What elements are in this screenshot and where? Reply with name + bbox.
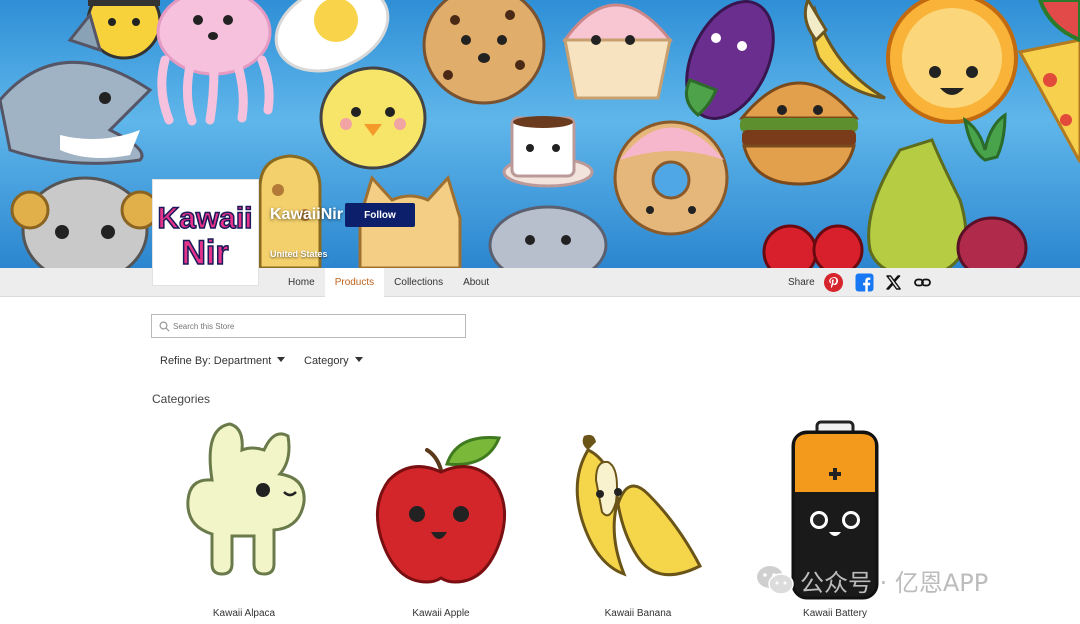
- category-filter-dropdown[interactable]: Category: [304, 355, 363, 367]
- alpaca-icon: [186, 422, 306, 576]
- cherry-character: [762, 224, 864, 268]
- categories-heading: Categories: [152, 392, 211, 406]
- category-label: Kawaii Apple: [412, 608, 470, 619]
- cupcake-character: [562, 3, 674, 100]
- category-label: Kawaii Alpaca: [212, 608, 276, 619]
- svg-text:Kawaii: Kawaii: [157, 202, 252, 235]
- x-icon[interactable]: [884, 273, 903, 292]
- chevron-down-icon: [354, 357, 363, 362]
- tab-collections[interactable]: Collections: [384, 268, 453, 297]
- elephant-character: [488, 205, 608, 268]
- burger-character: [738, 81, 860, 186]
- category-tile-banana[interactable]: Kawaii Banana: [548, 420, 728, 624]
- tab-about[interactable]: About: [453, 268, 499, 297]
- cookie-character: [422, 0, 546, 105]
- store-avatar[interactable]: Kawaii Nir: [152, 179, 259, 286]
- link-icon[interactable]: [913, 273, 932, 292]
- follow-button[interactable]: Follow: [345, 203, 415, 227]
- ram-character: [10, 176, 160, 268]
- category-tile-alpaca[interactable]: Kawaii Alpaca: [154, 420, 334, 624]
- facebook-icon[interactable]: [855, 273, 874, 292]
- banana-icon: [575, 434, 703, 577]
- share-label: Share: [788, 277, 815, 288]
- coffee-cup-character: [502, 116, 594, 188]
- donut-character: [613, 120, 729, 236]
- chevron-down-icon: [277, 357, 286, 362]
- wechat-icon: [757, 566, 794, 595]
- store-name: KawaiiNir: [270, 206, 343, 223]
- tab-products[interactable]: Products: [324, 268, 385, 297]
- chick-character: [319, 66, 427, 170]
- tab-home[interactable]: Home: [278, 268, 325, 297]
- search-icon: [159, 321, 170, 332]
- pizza-character: [1017, 38, 1080, 163]
- department-filter-label: Refine By: Department: [160, 355, 272, 367]
- banana-character-banner: [803, 0, 886, 100]
- category-label: Kawaii Battery: [803, 608, 867, 619]
- apple-icon: [375, 436, 507, 584]
- pinterest-icon[interactable]: [824, 273, 843, 292]
- orange-character: [886, 0, 1018, 124]
- watermelon-character: [1037, 0, 1080, 43]
- store-search-box: [151, 314, 466, 338]
- category-tile-apple[interactable]: Kawaii Apple: [351, 420, 531, 624]
- store-country: United States: [270, 249, 328, 259]
- category-label: Kawaii Banana: [604, 608, 672, 619]
- pear-character: [867, 138, 968, 268]
- wechat-watermark: 公众号 · 亿恩APP: [756, 562, 988, 598]
- svg-text:Nir: Nir: [181, 234, 228, 272]
- jellyfish-character: [156, 0, 274, 126]
- beet-character: [956, 112, 1028, 268]
- category-filter-label: Category: [304, 355, 349, 367]
- store-tabs: Home Products Collections About: [278, 268, 499, 297]
- search-input[interactable]: [173, 317, 458, 335]
- kawaiinir-logo: Kawaii Nir: [153, 180, 258, 285]
- watermark-text: 公众号 · 亿恩APP: [800, 568, 989, 597]
- department-filter-dropdown[interactable]: Refine By: Department: [160, 355, 286, 367]
